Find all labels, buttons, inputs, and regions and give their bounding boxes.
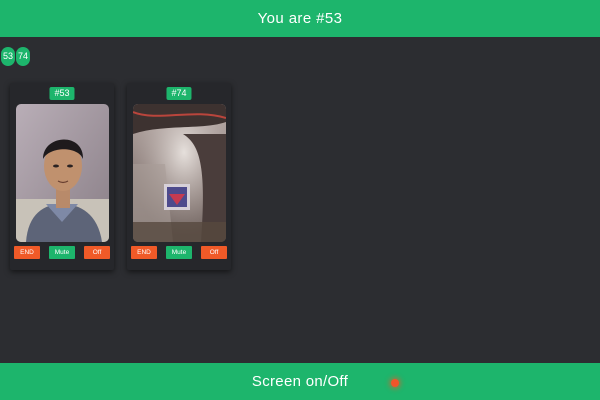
- recording-indicator-icon: [391, 379, 399, 387]
- card-controls: END Mute Off: [14, 246, 110, 259]
- mute-button[interactable]: Mute: [166, 246, 192, 259]
- screen-toggle-bar[interactable]: Screen on/Off: [0, 363, 600, 400]
- card-controls: END Mute Off: [131, 246, 227, 259]
- end-call-button[interactable]: END: [14, 246, 40, 259]
- app-header: You are #53: [0, 0, 600, 37]
- card-id-badge: #74: [166, 87, 192, 100]
- video-off-button[interactable]: Off: [201, 246, 227, 259]
- end-call-button[interactable]: END: [131, 246, 157, 259]
- screen-toggle-label: Screen on/Off: [251, 373, 349, 390]
- video-card-53: #53 END Mute Off: [10, 83, 114, 270]
- video-feed: [16, 104, 109, 242]
- peer-list: 53 74: [1, 47, 30, 66]
- card-id-badge: #53: [49, 87, 75, 100]
- peer-chip-74[interactable]: 74: [16, 47, 30, 66]
- peer-chip-53[interactable]: 53: [1, 47, 15, 66]
- mute-button[interactable]: Mute: [49, 246, 75, 259]
- page-title: You are #53: [257, 10, 343, 27]
- video-feed: [133, 104, 226, 242]
- video-off-button[interactable]: Off: [84, 246, 110, 259]
- video-card-74: #74 END Mute Off: [127, 83, 231, 270]
